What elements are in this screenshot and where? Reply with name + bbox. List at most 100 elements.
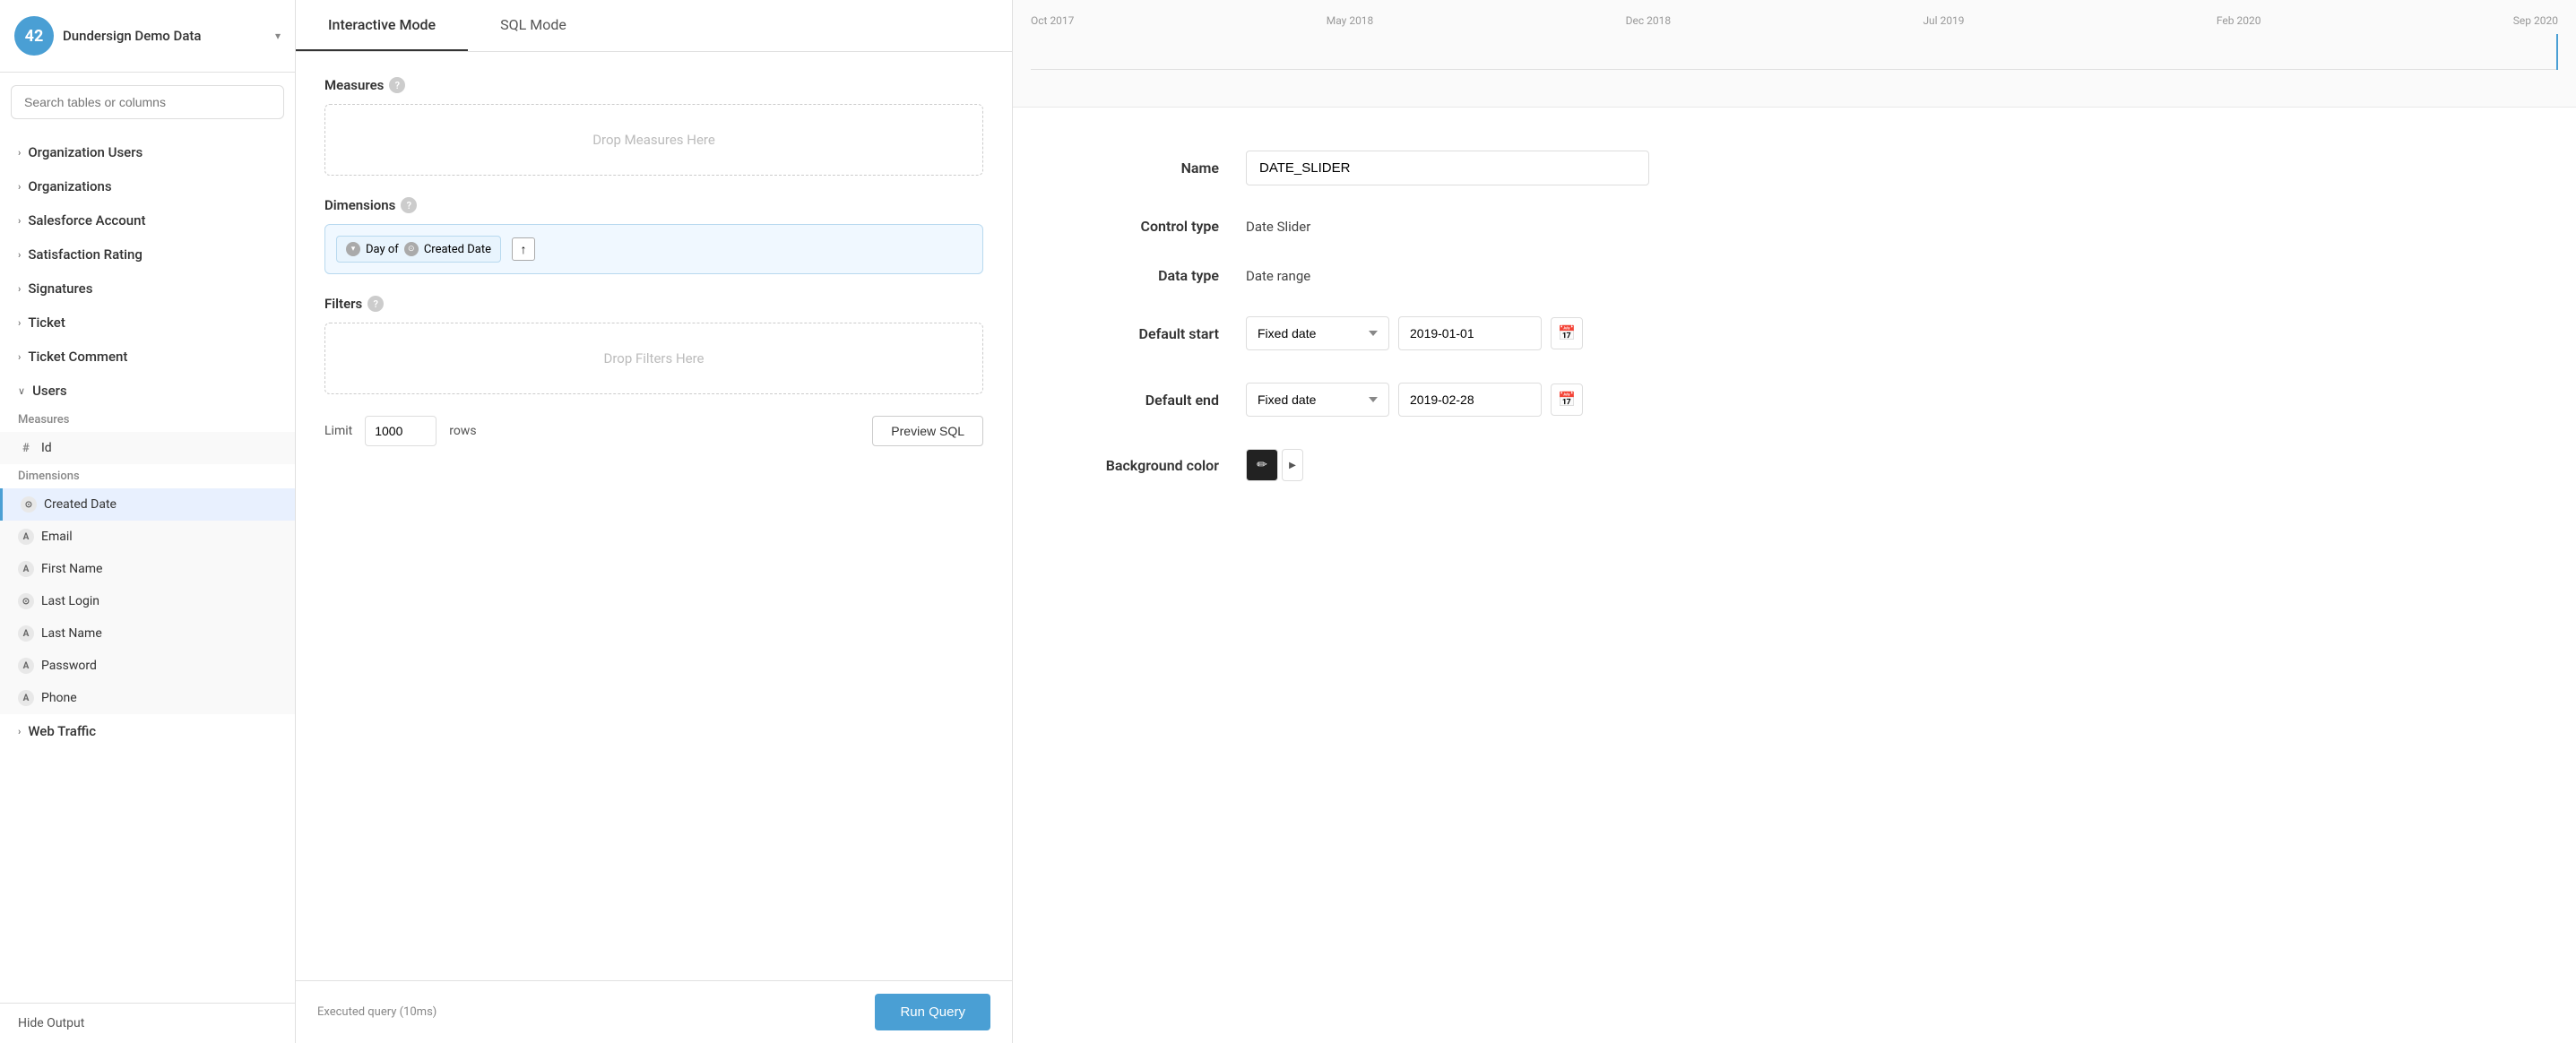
default-start-label: Default start (1085, 325, 1246, 342)
sidebar-item-users[interactable]: ∨ Users (0, 374, 295, 408)
sort-button[interactable]: ↑ (512, 237, 535, 261)
name-label: Name (1085, 159, 1246, 177)
measures-section-label: Measures (0, 408, 295, 432)
dimensions-drop-zone[interactable]: ▾ Day of ⊙ Created Date ↑ (324, 224, 983, 274)
tab-sql-mode[interactable]: SQL Mode (468, 0, 599, 51)
chevron-right-icon: › (18, 215, 21, 227)
default-end-date-input[interactable] (1398, 383, 1542, 417)
app-logo: 42 (14, 16, 54, 56)
text-icon: A (18, 561, 34, 577)
search-input[interactable] (11, 85, 284, 119)
control-type-row: Control type Date Slider (1085, 218, 2504, 235)
text-icon: A (18, 690, 34, 706)
default-start-date-input[interactable] (1398, 316, 1542, 350)
sidebar: 42 Dundersign Demo Data ▾ › Organization… (0, 0, 296, 1043)
sidebar-item-web-traffic[interactable]: › Web Traffic (0, 714, 295, 748)
measures-help-icon[interactable]: ? (389, 77, 405, 93)
dimension-pill-created-date[interactable]: ▾ Day of ⊙ Created Date (336, 236, 501, 263)
name-input[interactable] (1246, 151, 1649, 185)
chevron-down-icon: ∨ (18, 385, 25, 397)
text-icon: A (18, 658, 34, 674)
chevron-right-icon: › (18, 181, 21, 193)
default-start-calendar-button[interactable]: 📅 (1551, 317, 1583, 349)
query-footer: Executed query (10ms) Run Query (296, 980, 1012, 1043)
timeline-label-2: Dec 2018 (1626, 14, 1671, 27)
default-end-row: Default end Fixed date Relative date No … (1085, 383, 2504, 417)
default-start-select[interactable]: Fixed date Relative date No default (1246, 316, 1389, 350)
sidebar-subitem-password[interactable]: A Password (0, 650, 295, 682)
default-end-calendar-button[interactable]: 📅 (1551, 384, 1583, 416)
sidebar-subitem-id[interactable]: # Id (0, 432, 295, 464)
app-title: Dundersign Demo Data (63, 28, 266, 44)
sidebar-header: 42 Dundersign Demo Data ▾ (0, 0, 295, 73)
text-icon: A (18, 625, 34, 642)
sidebar-item-signatures[interactable]: › Signatures (0, 272, 295, 306)
dimensions-section-label: Dimensions (0, 464, 295, 488)
data-type-label: Data type (1085, 267, 1246, 284)
default-end-select[interactable]: Fixed date Relative date No default (1246, 383, 1389, 417)
filters-section: Filters ? (324, 296, 983, 312)
dimensions-help-icon[interactable]: ? (401, 197, 417, 213)
chevron-right-icon: › (18, 147, 21, 159)
sidebar-subitem-first-name[interactable]: A First Name (0, 553, 295, 585)
sidebar-subitem-created-date[interactable]: ⊙ Created Date (0, 488, 295, 521)
run-query-button[interactable]: Run Query (875, 994, 990, 1030)
main-panel: Interactive Mode SQL Mode Measures ? Dro… (296, 0, 1013, 1043)
pill-clock-icon: ⊙ (404, 242, 419, 256)
query-builder: Measures ? Drop Measures Here Dimensions… (296, 52, 1012, 980)
measures-section: Measures ? (324, 77, 983, 93)
sidebar-item-satisfaction-rating[interactable]: › Satisfaction Rating (0, 237, 295, 272)
sidebar-subitem-last-login[interactable]: ⊙ Last Login (0, 585, 295, 617)
data-type-row: Data type Date range (1085, 267, 2504, 284)
color-expand-button[interactable]: ▶ (1282, 449, 1303, 481)
rows-label: rows (449, 424, 476, 438)
chart-baseline (1031, 69, 2558, 70)
color-swatch[interactable]: ✏ (1246, 449, 1278, 481)
preview-sql-button[interactable]: Preview SQL (872, 416, 983, 446)
sidebar-item-salesforce-account[interactable]: › Salesforce Account (0, 203, 295, 237)
number-icon: # (18, 440, 34, 456)
chart-timeline: Oct 2017 May 2018 Dec 2018 Jul 2019 Feb … (1031, 14, 2558, 27)
chevron-right-icon: › (18, 351, 21, 363)
data-type-value: Date range (1246, 268, 1310, 284)
background-color-row: Background color ✏ ▶ (1085, 449, 2504, 481)
right-panel: Oct 2017 May 2018 Dec 2018 Jul 2019 Feb … (1013, 0, 2576, 1043)
timeline-label-5: Sep 2020 (2513, 14, 2558, 27)
background-color-label: Background color (1085, 457, 1246, 474)
default-start-row: Default start Fixed date Relative date N… (1085, 316, 2504, 350)
sidebar-item-organization-users[interactable]: › Organization Users (0, 135, 295, 169)
chart-area: Oct 2017 May 2018 Dec 2018 Jul 2019 Feb … (1013, 0, 2576, 108)
filters-help-icon[interactable]: ? (367, 296, 384, 312)
limit-row: Limit rows Preview SQL (324, 416, 983, 446)
default-end-group: Fixed date Relative date No default 📅 (1246, 383, 1583, 417)
limit-input[interactable] (365, 416, 437, 446)
app-dropdown-arrow[interactable]: ▾ (275, 30, 281, 42)
sidebar-subitem-last-name[interactable]: A Last Name (0, 617, 295, 650)
tab-interactive-mode[interactable]: Interactive Mode (296, 0, 468, 51)
timeline-label-1: May 2018 (1327, 14, 1374, 27)
default-end-label: Default end (1085, 392, 1246, 409)
chevron-right-icon: › (18, 283, 21, 295)
chart-indicator (2556, 34, 2558, 70)
sidebar-subitem-email[interactable]: A Email (0, 521, 295, 553)
default-start-group: Fixed date Relative date No default 📅 (1246, 316, 1583, 350)
pill-dropdown-icon: ▾ (346, 242, 360, 256)
sidebar-item-ticket[interactable]: › Ticket (0, 306, 295, 340)
measures-drop-zone[interactable]: Drop Measures Here (324, 104, 983, 176)
control-type-label: Control type (1085, 218, 1246, 235)
sidebar-item-ticket-comment[interactable]: › Ticket Comment (0, 340, 295, 374)
timeline-label-4: Feb 2020 (2217, 14, 2261, 27)
filters-drop-zone[interactable]: Drop Filters Here (324, 323, 983, 394)
sidebar-content: › Organization Users › Organizations › S… (0, 132, 295, 1003)
executed-text: Executed query (10ms) (317, 1005, 437, 1019)
sidebar-subitem-phone[interactable]: A Phone (0, 682, 295, 714)
chevron-right-icon: › (18, 249, 21, 261)
clock-icon: ⊙ (18, 593, 34, 609)
tabs-bar: Interactive Mode SQL Mode (296, 0, 1012, 52)
sidebar-item-organizations[interactable]: › Organizations (0, 169, 295, 203)
chevron-right-icon: › (18, 726, 21, 737)
clock-icon: ⊙ (21, 496, 37, 513)
hide-output-button[interactable]: Hide Output (0, 1003, 295, 1043)
pill-prefix: Day of (366, 243, 399, 256)
chevron-right-icon: › (18, 317, 21, 329)
